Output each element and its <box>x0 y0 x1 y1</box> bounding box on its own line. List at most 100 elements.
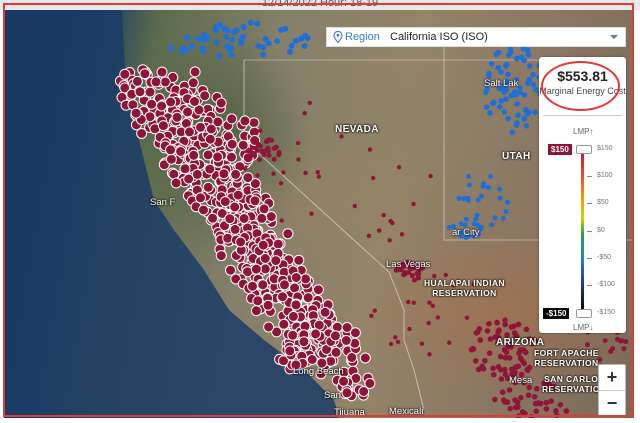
price-node-high[interactable] <box>257 239 269 251</box>
price-node-high[interactable] <box>407 326 412 332</box>
price-node-low[interactable] <box>504 199 510 205</box>
price-node-high[interactable] <box>399 232 405 237</box>
price-node-high[interactable] <box>282 228 294 240</box>
price-node-high[interactable] <box>250 305 262 317</box>
price-node-high[interactable] <box>205 123 217 135</box>
price-node-high[interactable] <box>281 170 286 175</box>
price-node-high[interactable] <box>199 90 211 102</box>
price-node-high[interactable] <box>411 300 416 305</box>
price-node-high[interactable] <box>134 86 146 98</box>
price-node-high[interactable] <box>262 299 274 311</box>
price-node-high[interactable] <box>238 213 250 224</box>
price-node-low[interactable] <box>489 222 495 228</box>
price-node-high[interactable] <box>419 341 425 346</box>
price-node-high[interactable] <box>487 336 494 342</box>
price-node-high[interactable] <box>608 348 614 354</box>
price-node-high[interactable] <box>272 238 284 250</box>
price-node-high[interactable] <box>256 212 268 224</box>
price-node-high[interactable] <box>139 68 151 80</box>
price-node-high[interactable] <box>237 139 249 151</box>
price-node-high[interactable] <box>146 98 158 110</box>
price-node-high[interactable] <box>266 152 272 158</box>
price-node-high[interactable] <box>482 358 488 364</box>
price-node-high[interactable] <box>144 86 156 98</box>
price-node-high[interactable] <box>372 308 377 313</box>
price-node-low[interactable] <box>475 197 481 203</box>
price-node-high[interactable] <box>175 146 187 157</box>
price-node-high[interactable] <box>278 181 284 186</box>
price-node-low[interactable] <box>532 109 538 116</box>
price-node-high[interactable] <box>179 163 191 175</box>
price-node-low[interactable] <box>481 181 486 187</box>
price-node-high[interactable] <box>295 140 301 146</box>
price-node-low[interactable] <box>503 61 510 68</box>
price-node-high[interactable] <box>302 292 314 304</box>
price-node-high[interactable] <box>447 340 452 345</box>
price-node-high[interactable] <box>396 165 402 170</box>
price-node-high[interactable] <box>325 355 337 367</box>
price-node-high[interactable] <box>247 147 253 153</box>
price-node-high[interactable] <box>306 354 318 365</box>
price-node-low[interactable] <box>533 86 539 93</box>
price-node-low[interactable] <box>240 23 247 30</box>
price-node-high[interactable] <box>427 352 432 357</box>
zoom-in-button[interactable]: + <box>599 365 625 391</box>
price-node-low[interactable] <box>231 29 238 36</box>
chevron-down-icon[interactable] <box>609 32 619 42</box>
price-node-high[interactable] <box>393 335 398 340</box>
price-node-high[interactable] <box>341 322 353 333</box>
scale-min-handle[interactable] <box>576 309 592 318</box>
price-node-high[interactable] <box>479 363 486 370</box>
price-node-high[interactable] <box>255 173 260 178</box>
price-node-high[interactable] <box>271 156 277 162</box>
price-node-high[interactable] <box>515 363 522 370</box>
price-node-high[interactable] <box>377 228 382 233</box>
price-node-high[interactable] <box>486 350 493 357</box>
price-node-low[interactable] <box>514 120 520 126</box>
price-node-high[interactable] <box>490 365 496 372</box>
price-node-high[interactable] <box>258 203 270 215</box>
price-node-high[interactable] <box>212 151 224 163</box>
price-node-high[interactable] <box>359 352 371 364</box>
price-node-high[interactable] <box>534 385 540 392</box>
price-node-high[interactable] <box>486 321 492 327</box>
price-node-high[interactable] <box>184 126 195 138</box>
price-node-high[interactable] <box>278 318 290 330</box>
price-node-high[interactable] <box>509 366 515 373</box>
price-node-high[interactable] <box>187 77 199 89</box>
price-node-high[interactable] <box>520 347 527 353</box>
price-node-high[interactable] <box>259 263 271 275</box>
price-node-high[interactable] <box>531 394 538 400</box>
price-node-high[interactable] <box>535 400 542 406</box>
price-node-low[interactable] <box>216 53 223 60</box>
price-node-high[interactable] <box>427 300 432 305</box>
price-node-low[interactable] <box>227 44 234 51</box>
price-node-high[interactable] <box>229 223 241 235</box>
price-node-high[interactable] <box>316 174 322 179</box>
price-node-high[interactable] <box>207 212 219 224</box>
price-node-low[interactable] <box>265 40 272 47</box>
price-node-low[interactable] <box>505 71 511 78</box>
price-node-low[interactable] <box>292 37 299 44</box>
price-node-low[interactable] <box>200 48 207 54</box>
price-node-low[interactable] <box>260 44 266 51</box>
price-node-low[interactable] <box>287 48 293 55</box>
price-node-low[interactable] <box>497 104 503 110</box>
price-node-high[interactable] <box>191 168 203 180</box>
price-node-high[interactable] <box>364 377 376 389</box>
price-node-low[interactable] <box>456 195 462 201</box>
price-node-high[interactable] <box>182 106 194 118</box>
price-node-low[interactable] <box>505 115 512 122</box>
price-node-high[interactable] <box>548 398 555 404</box>
price-node-high[interactable] <box>248 117 260 129</box>
price-node-high[interactable] <box>477 337 484 343</box>
price-node-high[interactable] <box>518 394 524 401</box>
price-node-high[interactable] <box>257 279 269 291</box>
price-node-high[interactable] <box>388 341 394 347</box>
price-node-high[interactable] <box>623 339 629 344</box>
price-node-high[interactable] <box>563 408 570 414</box>
price-node-high[interactable] <box>165 144 176 156</box>
price-node-low[interactable] <box>200 36 207 43</box>
price-node-high[interactable] <box>352 203 357 209</box>
price-node-low[interactable] <box>485 184 491 190</box>
